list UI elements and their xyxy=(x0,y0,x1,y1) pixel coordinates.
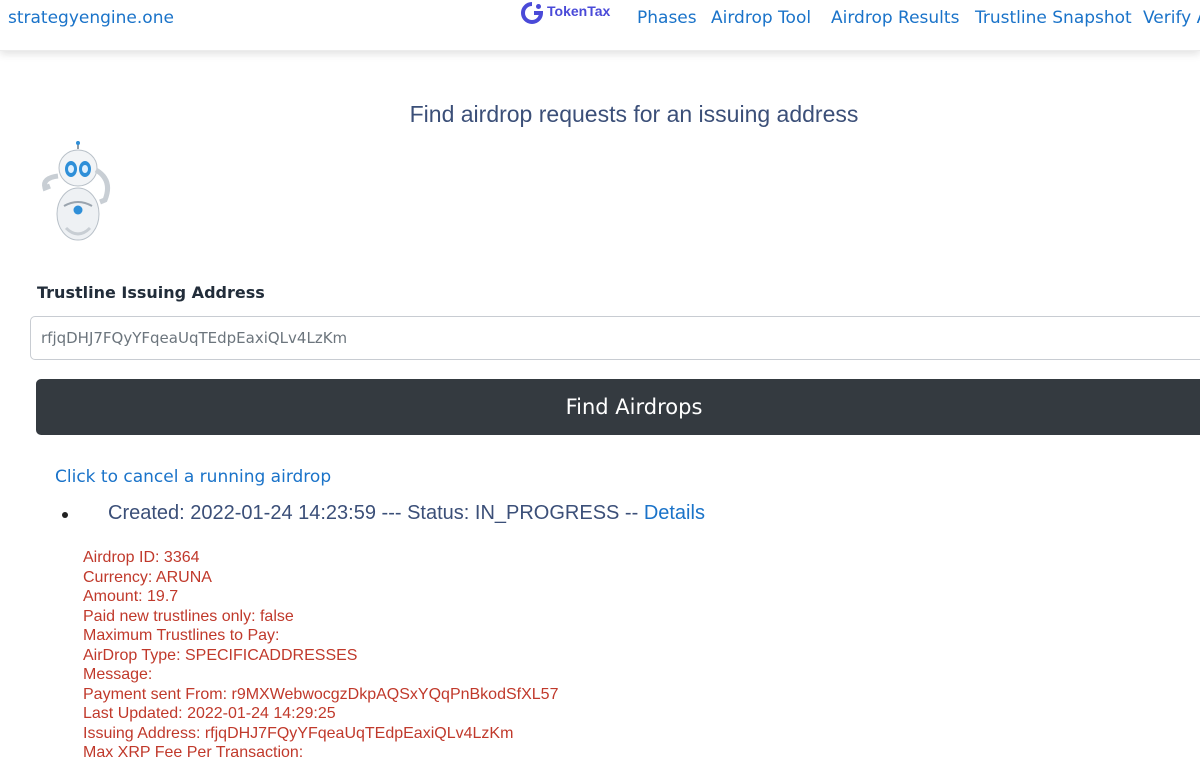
detail-paid-new-trustlines: Paid new trustlines only: false xyxy=(83,607,294,625)
nav-link-trustline-snapshot[interactable]: Trustline Snapshot xyxy=(975,8,1132,28)
detail-airdrop-id: Airdrop ID: 3364 xyxy=(83,549,200,566)
brand-link[interactable]: strategyengine.one xyxy=(8,8,174,28)
cancel-airdrop-link[interactable]: Click to cancel a running airdrop xyxy=(55,467,331,487)
issuing-address-input[interactable] xyxy=(30,316,1200,360)
nav-link-verify[interactable]: Verify A xyxy=(1143,8,1200,28)
airdrop-summary-text: Created: 2022-01-24 14:23:59 --- Status:… xyxy=(108,502,639,524)
airdrop-summary: Created: 2022-01-24 14:23:59 --- Status:… xyxy=(108,502,705,525)
details-link[interactable]: Details xyxy=(644,502,705,524)
detail-currency: Currency: ARUNA xyxy=(83,568,212,586)
find-airdrops-button-label: Find Airdrops xyxy=(565,395,703,419)
list-bullet xyxy=(62,512,68,518)
top-navbar: strategyengine.one TokenTax Phases Airdr… xyxy=(0,0,1200,51)
tokentax-logo[interactable]: TokenTax xyxy=(520,1,610,25)
page-title: Find airdrop requests for an issuing add… xyxy=(409,101,859,127)
find-airdrops-button[interactable]: Find Airdrops xyxy=(36,379,1200,435)
detail-payment-sent-from: Payment sent From: r9MXWebwocgzDkpAQSxYQ… xyxy=(83,685,559,703)
airdrop-details: Airdrop ID: 3364 Currency: ARUNA Amount:… xyxy=(83,548,558,763)
detail-last-updated: Last Updated: 2022-01-24 14:29:25 xyxy=(83,705,336,722)
detail-max-trustlines: Maximum Trustlines to Pay: xyxy=(83,627,280,644)
nav-link-airdrop-tool[interactable]: Airdrop Tool xyxy=(711,8,811,28)
nav-link-airdrop-results[interactable]: Airdrop Results xyxy=(831,8,959,28)
detail-airdrop-type: AirDrop Type: SPECIFICADDRESSES xyxy=(83,646,358,664)
detail-message: Message: xyxy=(83,666,153,683)
logo-text: TokenTax xyxy=(547,3,611,19)
detail-issuing-address: Issuing Address: rfjqDHJ7FQyYFqeaUqTEdpE… xyxy=(83,724,514,742)
detail-max-xrp-fee: Max XRP Fee Per Transaction: xyxy=(83,744,304,761)
tokentax-logo-icon xyxy=(521,2,544,24)
detail-amount: Amount: 19.7 xyxy=(83,588,179,605)
trustline-issuing-address-label: Trustline Issuing Address xyxy=(37,283,265,302)
nav-link-phases[interactable]: Phases xyxy=(637,8,697,28)
robot-mascot-icon xyxy=(42,141,110,241)
